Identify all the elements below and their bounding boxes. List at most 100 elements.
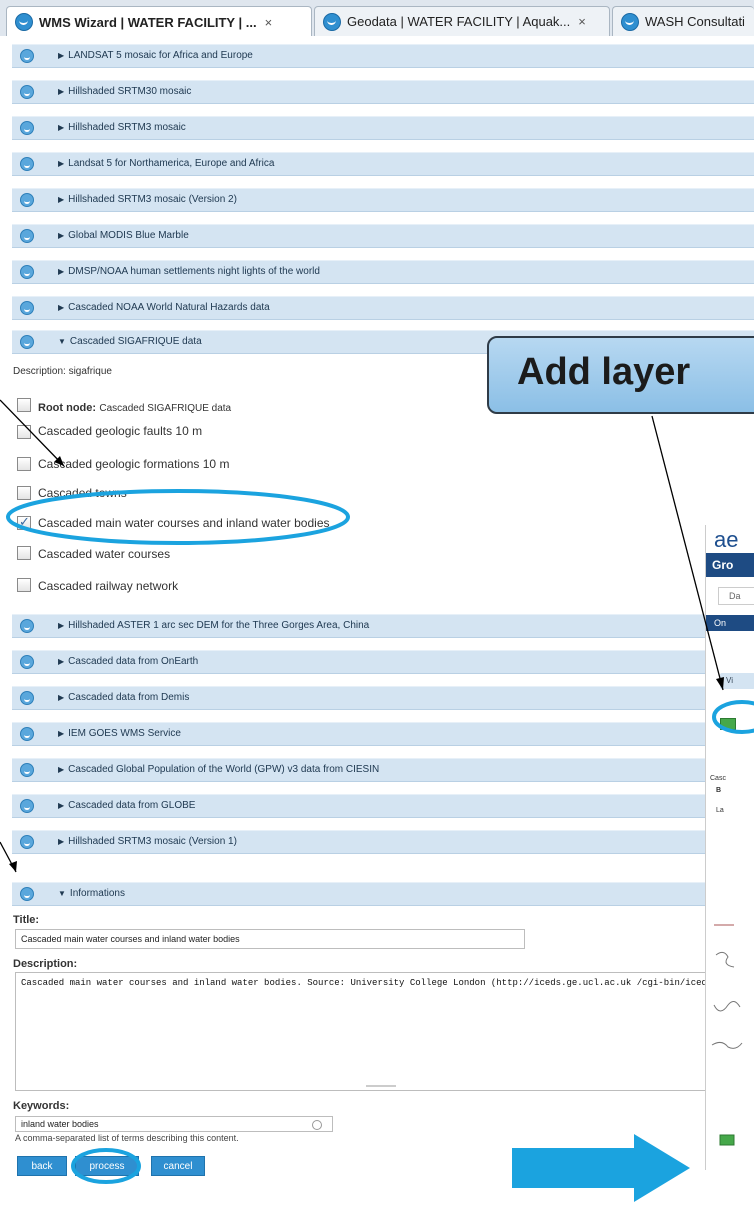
back-button[interactable]: back [17,1156,67,1176]
layer-title: DMSP/NOAA human settlements night lights… [68,266,320,277]
site-favicon-icon [621,12,639,31]
layer-title: Hillshaded SRTM30 mosaic [68,86,192,97]
globe-icon [20,799,34,813]
browser-tab-wms-wizard[interactable]: WMS Wizard | WATER FACILITY | ... × [6,6,312,37]
wms-wizard-panel: ▶ LANDSAT 5 mosaic for Africa and Europe … [0,36,754,1206]
description-text: Cascaded main water courses and inland w… [21,978,740,988]
root-node-label: Root node: Cascaded SIGAFRIQUE data [38,402,232,414]
section-title: Informations [69,888,125,899]
expand-arrow-icon: ▶ [58,621,65,630]
globe-icon [20,887,34,901]
tab-title: Geodata | WATER FACILITY | Aquak... [347,14,571,29]
layer-row[interactable]: ▶ Global MODIS Blue Marble [12,224,754,248]
layer-row[interactable]: ▶ Cascaded data from Demis [12,686,754,710]
resize-grip-icon[interactable] [366,1085,396,1087]
layer-title: IEM GOES WMS Service [68,728,181,739]
layer-title: Hillshaded SRTM3 mosaic [68,122,186,133]
globe-icon [20,619,34,633]
layer-row[interactable]: ▶ IEM GOES WMS Service [12,722,754,746]
globe-icon [20,265,34,279]
title-input[interactable]: Cascaded main water courses and inland w… [15,929,525,949]
description-label: Description: [13,958,78,970]
process-button[interactable]: process [75,1156,139,1176]
layer-title: Hillshaded SRTM3 mosaic (Version 1) [68,836,237,847]
layer-title: Cascaded data from OnEarth [68,656,199,667]
layer-row[interactable]: ▶ DMSP/NOAA human settlements night light… [12,260,754,284]
layer-title: Cascaded SIGAFRIQUE data [69,336,202,347]
layer-title: Cascaded data from Demis [68,692,190,703]
globe-icon [20,121,34,135]
close-tab-icon[interactable]: × [265,15,273,30]
globe-icon [20,193,34,207]
layer-row[interactable]: ▶ Landsat 5 for Northamerica, Europe and … [12,152,754,176]
layer-checkbox[interactable] [17,457,31,471]
layer-row[interactable]: ▶ Cascaded data from OnEarth [12,650,754,674]
description-textarea[interactable]: Cascaded main water courses and inland w… [15,972,754,1091]
layer-row[interactable]: ▶ Hillshaded ASTER 1 arc sec DEM for the … [12,614,754,638]
add-layer-callout: Add layer [487,336,754,414]
expand-arrow-icon: ▶ [58,267,65,276]
globe-icon [20,157,34,171]
root-node-checkbox[interactable] [17,398,31,412]
expand-arrow-icon: ▶ [58,729,65,738]
cancel-button[interactable]: cancel [151,1156,205,1176]
layer-checkbox-label: Cascaded main water courses and inland w… [38,516,330,530]
globe-icon [20,49,34,63]
layer-title: Cascaded NOAA World Natural Hazards data [68,302,270,313]
expand-arrow-icon: ▶ [58,159,65,168]
layer-description: Description: sigafrique [13,366,112,377]
callout-text: Add layer [517,351,691,393]
right-screenshot-pane: ae Gro Da On Vi Casc B La [705,525,754,1170]
globe-icon [20,691,34,705]
title-label: Title: [13,914,40,926]
expand-arrow-icon: ▶ [58,657,65,666]
tab-title: WASH Consultati [645,14,745,29]
globe-icon [20,85,34,99]
layer-checkbox-label: Cascaded railway network [38,579,179,593]
layer-row[interactable]: ▶ Hillshaded SRTM30 mosaic [12,80,754,104]
layer-title: Landsat 5 for Northamerica, Europe and A… [68,158,275,169]
layer-title: Global MODIS Blue Marble [68,230,189,241]
site-favicon-icon [15,13,33,31]
layer-row[interactable]: ▶ LANDSAT 5 mosaic for Africa and Europe [12,44,754,68]
expand-arrow-icon: ▶ [58,693,65,702]
globe-icon [20,835,34,849]
globe-icon [20,727,34,741]
keywords-hint: A comma-separated list of terms describi… [15,1133,239,1143]
layer-row[interactable]: ▶ Hillshaded SRTM3 mosaic (Version 1) [12,830,754,854]
layer-row[interactable]: ▶ Hillshaded SRTM3 mosaic [12,116,754,140]
layer-row[interactable]: ▶ Cascaded data from GLOBE [12,794,754,818]
layer-title: Cascaded data from GLOBE [68,800,196,811]
layer-checkbox[interactable] [17,486,31,500]
expand-arrow-icon: ▶ [58,837,65,846]
layer-title: Hillshaded ASTER 1 arc sec DEM for the T… [68,620,370,631]
layer-checkbox[interactable] [17,578,31,592]
browser-tab-wash[interactable]: WASH Consultati [612,6,754,36]
expand-arrow-icon: ▶ [58,123,65,132]
layer-checkbox-label: Cascaded water courses [38,547,171,561]
globe-icon [20,335,34,349]
expand-arrow-icon: ▶ [58,195,65,204]
layer-checkbox[interactable] [17,546,31,560]
layer-title: Hillshaded SRTM3 mosaic (Version 2) [68,194,237,205]
close-tab-icon[interactable]: × [578,14,586,29]
layer-checkbox-label: Cascaded towns [38,486,127,500]
expand-arrow-icon: ▶ [58,801,65,810]
keywords-input[interactable]: inland water bodies [15,1116,333,1132]
layer-row[interactable]: ▶ Cascaded NOAA World Natural Hazards dat… [12,296,754,320]
layer-checkbox-label: Cascaded geologic faults 10 m [38,424,203,438]
layer-checkbox[interactable] [17,425,31,439]
layer-row[interactable]: ▶ Hillshaded SRTM3 mosaic (Version 2) [12,188,754,212]
expand-arrow-icon: ▶ [58,231,65,240]
expand-arrow-icon: ▶ [58,51,65,60]
globe-icon [20,229,34,243]
keywords-value: inland water bodies [21,1119,99,1129]
layer-checkbox-checked[interactable] [17,514,31,530]
layer-checkbox-label: Cascaded geologic formations 10 m [38,457,230,471]
informations-header[interactable]: ▼ Informations [12,882,754,906]
site-favicon-icon [323,12,341,31]
collapse-arrow-icon: ▼ [58,889,66,898]
browser-tab-geodata[interactable]: Geodata | WATER FACILITY | Aquak... × [314,6,610,36]
browser-tab-bar: WMS Wizard | WATER FACILITY | ... × Geod… [0,0,754,37]
layer-row[interactable]: ▶ Cascaded Global Population of the World… [12,758,754,782]
